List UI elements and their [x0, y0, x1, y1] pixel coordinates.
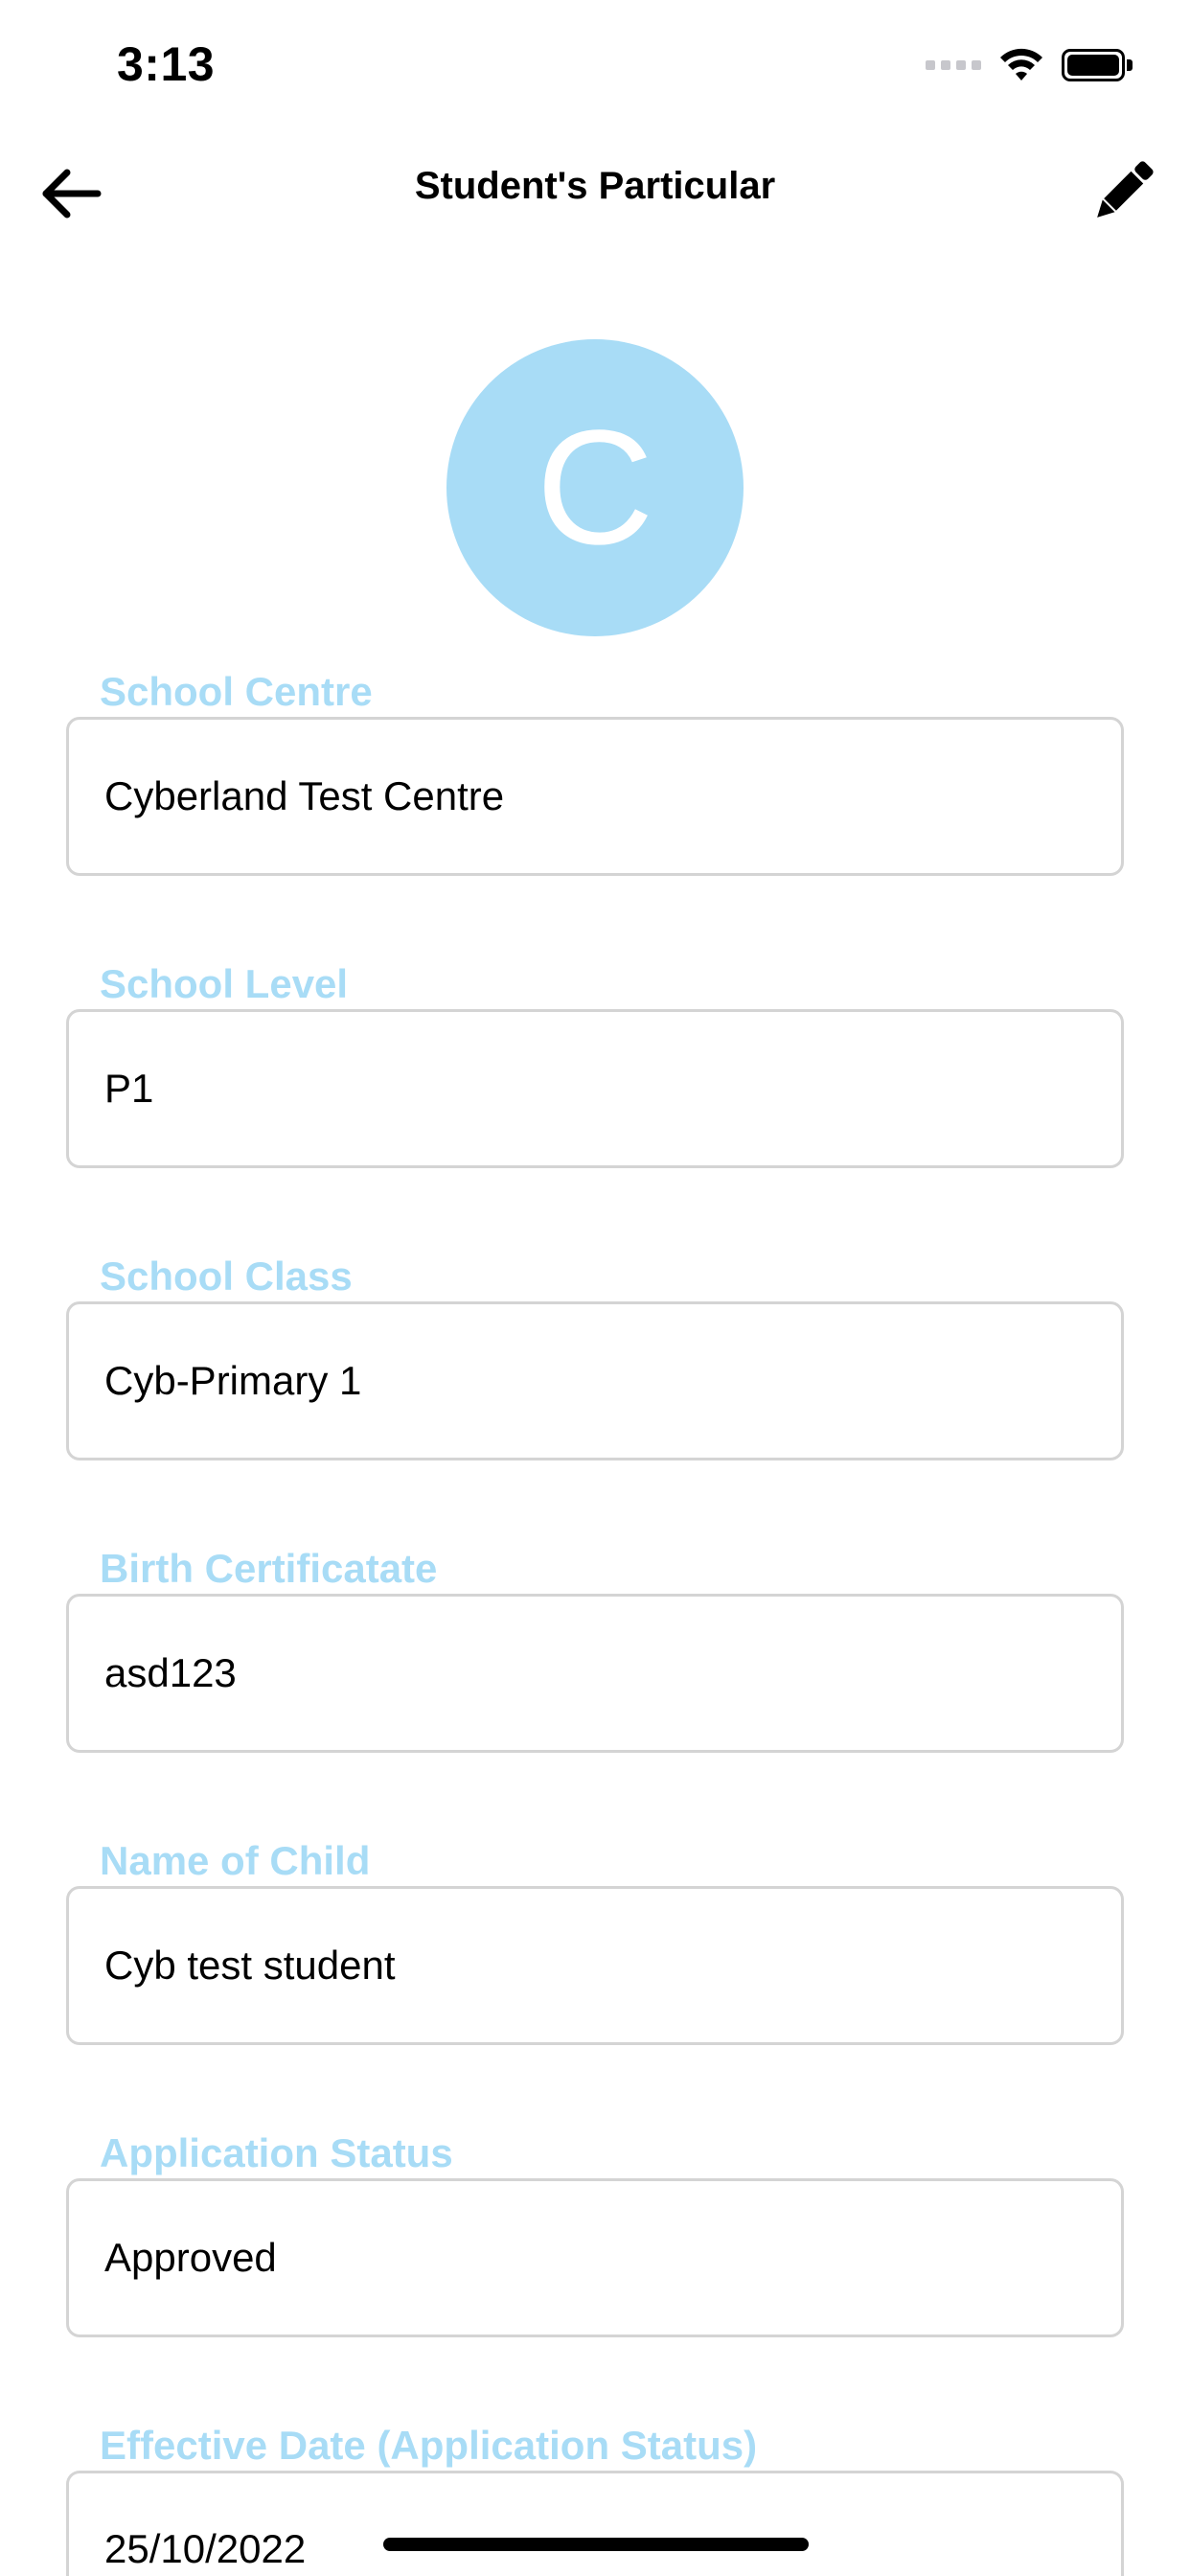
field-label: Birth Certificatate [100, 1546, 438, 1591]
field-value: Cyb-Primary 1 [104, 1358, 362, 1403]
status-bar: 3:13 [0, 0, 1190, 126]
field-label: School Class [100, 1254, 353, 1299]
name-of-child-input[interactable]: Cyb test student [66, 1886, 1124, 2045]
field-value: Approved [104, 2235, 277, 2280]
field-value: Cyberland Test Centre [104, 773, 505, 818]
application-status-input[interactable]: Approved [66, 2178, 1124, 2337]
status-icons [926, 42, 1133, 88]
nav-bar: Student's Particular [0, 126, 1190, 253]
birth-certificate-input[interactable]: asd123 [66, 1594, 1124, 1753]
field-value: 25/10/2022 [104, 2526, 307, 2571]
school-class-input[interactable]: Cyb-Primary 1 [66, 1301, 1124, 1460]
field-value: P1 [104, 1066, 154, 1111]
field-label: School Centre [100, 669, 373, 714]
school-level-input[interactable]: P1 [66, 1009, 1124, 1168]
field-label: School Level [100, 961, 349, 1006]
field-label: Name of Child [100, 1838, 371, 1883]
battery-icon [1062, 49, 1133, 81]
school-centre-input[interactable]: Cyberland Test Centre [66, 717, 1124, 876]
page-title: Student's Particular [414, 165, 776, 207]
field-value: Cyb test student [104, 1943, 396, 1988]
field-label: Effective Date (Application Status) [100, 2423, 758, 2468]
avatar: C [446, 339, 744, 636]
field-label: Application Status [100, 2130, 453, 2175]
signal-icon [926, 60, 981, 70]
edit-button[interactable] [1083, 151, 1163, 232]
field-value: asd123 [104, 1650, 237, 1695]
pencil-icon [1097, 161, 1154, 218]
avatar-initial: C [536, 397, 654, 579]
wifi-icon [1000, 48, 1042, 80]
status-time: 3:13 [117, 37, 216, 91]
effective-date-input[interactable]: 25/10/2022 [66, 2471, 1124, 2576]
home-indicator[interactable] [383, 2538, 809, 2551]
